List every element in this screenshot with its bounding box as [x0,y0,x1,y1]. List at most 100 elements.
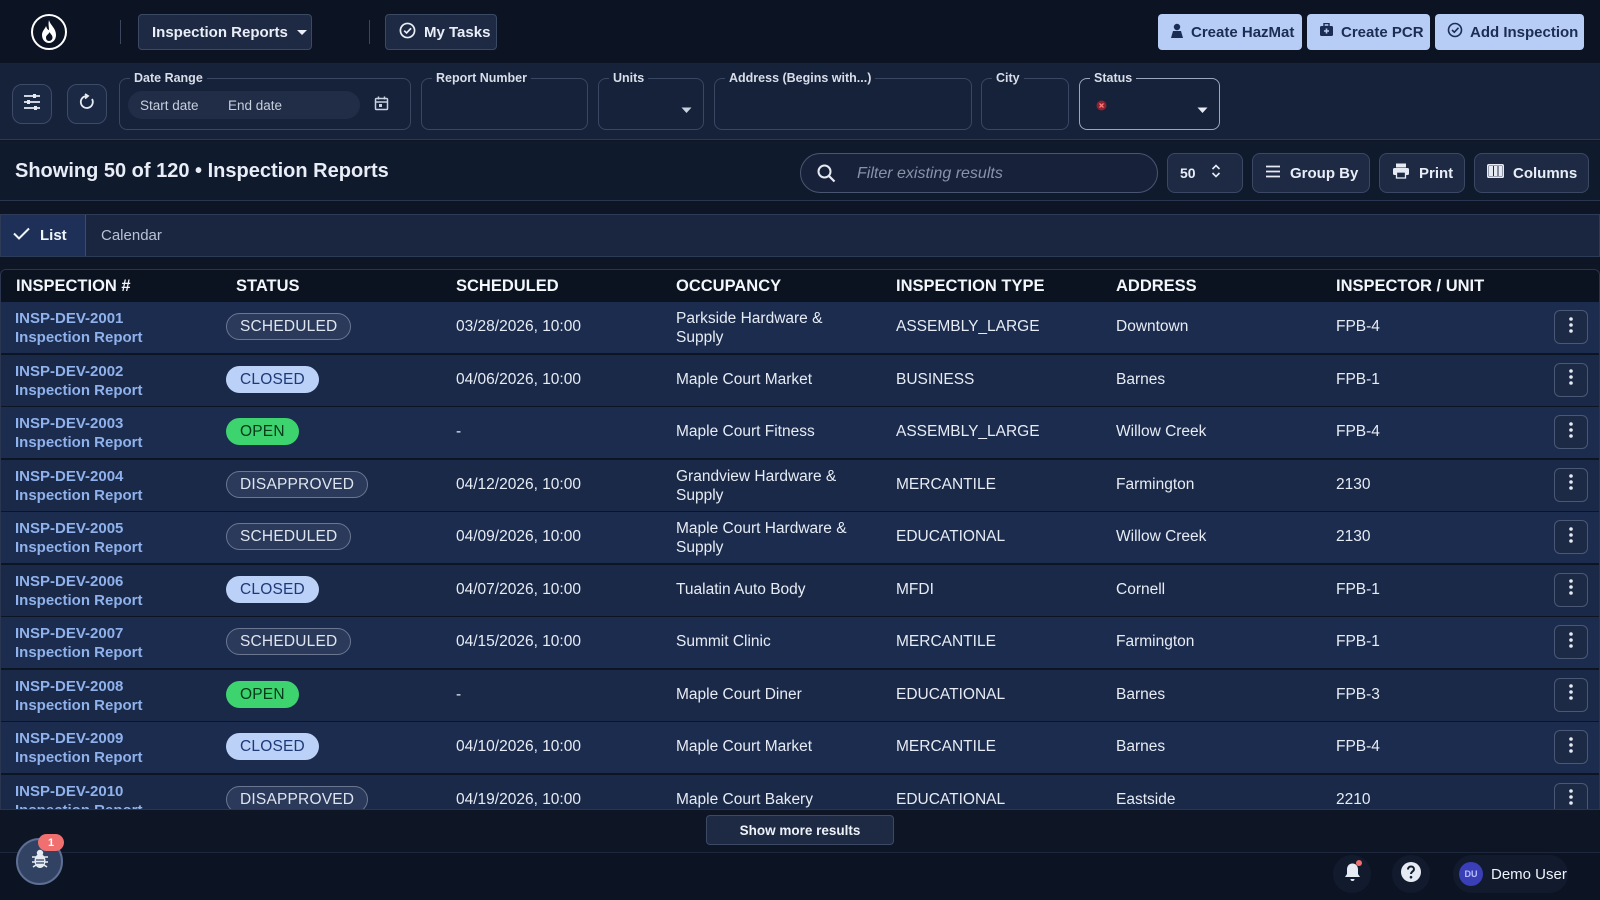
person-icon [1170,23,1184,42]
start-date-input[interactable]: Start date [140,98,199,113]
row-actions-button[interactable] [1554,520,1588,554]
scheduled-cell: 04/07/2026, 10:00 [456,580,581,598]
bug-icon [30,848,50,875]
user-menu[interactable]: DU Demo User [1453,855,1568,893]
inspection-subtitle: Inspection Report [15,801,143,810]
avatar: DU [1459,862,1483,886]
end-date-input[interactable]: End date [228,98,282,113]
city-field[interactable]: City [981,71,1069,130]
inspection-link[interactable]: INSP-DEV-2004 Inspection Report [15,467,143,505]
report-number-label: Report Number [432,71,531,86]
group-by-button[interactable]: Group By [1252,153,1370,193]
row-actions-button[interactable] [1554,310,1588,344]
row-actions-button[interactable] [1554,677,1588,712]
create-pcr-button[interactable]: Create PCR [1307,14,1430,50]
flame-logo-icon[interactable] [31,14,67,50]
row-actions-button[interactable] [1554,467,1588,502]
address-cell: Barnes [1116,738,1166,755]
check-icon [13,227,30,244]
tab-list[interactable]: List [1,215,86,256]
inspection-link[interactable]: INSP-DEV-2010 Inspection Report [15,782,143,810]
scheduled-cell: 03/28/2026, 10:00 [456,318,581,335]
table-row[interactable]: INSP-DEV-2004 Inspection Report DISAPPROVE… [1,459,1599,511]
date-range-input[interactable]: Start date End date [128,91,360,119]
date-range-label: Date Range [130,71,207,86]
table-row[interactable]: INSP-DEV-2003 Inspection Report OPEN - Maple… [1,407,1599,458]
table-row[interactable]: INSP-DEV-2002 Inspection Report CLOSED 04/0… [1,354,1599,406]
inspection-type-cell: MERCANTILE [896,633,996,650]
column-header-inspection-type[interactable]: INSPECTION TYPE [896,277,1045,296]
tab-calendar[interactable]: Calendar [101,227,162,244]
address-field[interactable]: Address (Begins with...) [714,71,972,130]
module-select[interactable]: Inspection Reports [138,14,312,50]
inspector-unit-cell: FPB-4 [1336,318,1380,335]
inspection-link[interactable]: INSP-DEV-2001 Inspection Report [15,309,143,347]
clear-status-icon[interactable] [1096,98,1107,116]
view-tabs: List Calendar [0,214,1600,257]
column-header-status[interactable]: STATUS [236,277,300,296]
my-tasks-button[interactable]: My Tasks [385,14,497,50]
inspection-link[interactable]: INSP-DEV-2007 Inspection Report [15,624,143,662]
help-button[interactable] [1392,855,1430,893]
create-hazmat-button[interactable]: Create HazMat [1158,14,1302,50]
inspection-link[interactable]: INSP-DEV-2003 Inspection Report [15,414,143,452]
status-badge: DISAPPROVED [226,470,369,498]
occupancy-cell: Maple Court Market [676,370,813,388]
inspection-link[interactable]: INSP-DEV-2008 Inspection Report [15,677,143,715]
row-actions-button[interactable] [1554,572,1588,607]
more-vertical-icon [1569,421,1573,443]
search-input[interactable]: Filter existing results [800,153,1158,193]
inspection-subtitle: Inspection Report [15,329,143,346]
print-button[interactable]: Print [1379,153,1465,193]
inspection-type-cell: MERCANTILE [896,738,996,755]
column-header-inspector-unit[interactable]: INSPECTOR / UNIT [1336,277,1484,296]
show-more-button[interactable]: Show more results [706,815,894,845]
column-header-scheduled[interactable]: SCHEDULED [456,277,559,296]
inspection-link[interactable]: INSP-DEV-2006 Inspection Report [15,572,143,610]
inspection-link[interactable]: INSP-DEV-2002 Inspection Report [15,362,143,400]
page-size-select[interactable]: 50 [1167,153,1243,193]
status-badge: CLOSED [226,365,319,393]
report-number-field[interactable]: Report Number [421,71,588,130]
inspection-number: INSP-DEV-2005 [15,520,124,537]
table-row[interactable]: INSP-DEV-2007 Inspection Report SCHEDULED 0… [1,617,1599,668]
refresh-button[interactable] [67,84,107,124]
columns-button[interactable]: Columns [1474,153,1589,193]
calendar-icon[interactable] [374,96,389,116]
column-header-address[interactable]: ADDRESS [1116,277,1197,296]
more-vertical-icon [1569,316,1573,338]
filter-settings-button[interactable] [12,84,52,124]
address-cell: Farmington [1116,633,1195,650]
table-row[interactable]: INSP-DEV-2010 Inspection Report DISAPPROVE… [1,774,1599,810]
inspection-link[interactable]: INSP-DEV-2005 Inspection Report [15,519,143,557]
status-badge: SCHEDULED [226,523,352,550]
table-row[interactable]: INSP-DEV-2006 Inspection Report CLOSED 04/0… [1,564,1599,616]
table-row[interactable]: INSP-DEV-2008 Inspection Report OPEN - Maple… [1,669,1599,721]
city-label: City [992,71,1024,86]
inspection-subtitle: Inspection Report [15,749,143,766]
add-inspection-button[interactable]: Add Inspection [1435,14,1584,50]
table-row[interactable]: INSP-DEV-2001 Inspection Report SCHEDULED 0… [1,302,1599,353]
column-header-occupancy[interactable]: OCCUPANCY [676,277,781,296]
status-badge: CLOSED [226,733,319,760]
more-vertical-icon [1569,631,1573,653]
column-header-inspection[interactable]: INSPECTION # [16,277,131,296]
refresh-icon [78,92,96,116]
units-select[interactable]: Units [598,71,704,130]
row-actions-button[interactable] [1554,782,1588,809]
row-actions-button[interactable] [1554,625,1588,659]
notifications-button[interactable] [1333,855,1371,893]
chevron-down-icon [1197,101,1208,119]
table-row[interactable]: INSP-DEV-2005 Inspection Report SCHEDULED 0… [1,512,1599,563]
row-actions-button[interactable] [1554,730,1588,764]
chevron-down-icon [681,101,692,119]
inspection-link[interactable]: INSP-DEV-2009 Inspection Report [15,729,143,767]
scheduled-cell: 04/06/2026, 10:00 [456,370,581,388]
table-row[interactable]: INSP-DEV-2009 Inspection Report CLOSED 04/1… [1,722,1599,773]
check-circle-icon [399,22,416,43]
inspection-type-cell: MERCANTILE [896,475,996,493]
status-select[interactable]: Status [1079,71,1220,130]
row-actions-button[interactable] [1554,362,1588,397]
row-actions-button[interactable] [1554,415,1588,449]
scheduled-cell: 04/10/2026, 10:00 [456,738,581,755]
